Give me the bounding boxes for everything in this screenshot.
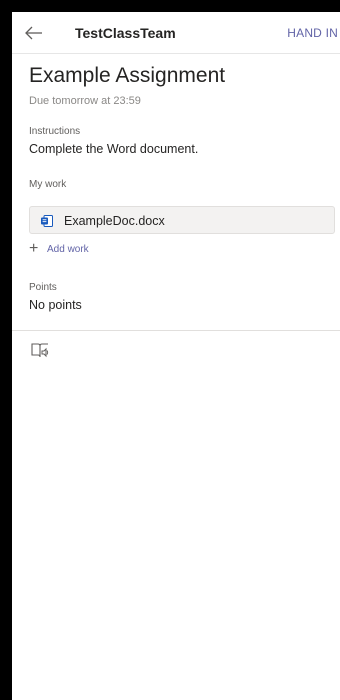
- due-date: Due tomorrow at 23:59: [29, 95, 141, 107]
- attached-file[interactable]: ExampleDoc.docx: [29, 206, 335, 234]
- points-value: No points: [29, 298, 82, 312]
- back-arrow-icon: [25, 26, 42, 40]
- divider: [12, 330, 340, 331]
- immersive-reader-icon: [31, 343, 49, 358]
- add-work-label: Add work: [47, 244, 89, 255]
- immersive-reader-button[interactable]: [30, 342, 50, 360]
- instructions-text: Complete the Word document.: [29, 142, 199, 156]
- phone-screen: TestClassTeam HAND IN Example Assignment…: [12, 12, 340, 700]
- points-label: Points: [29, 282, 57, 293]
- instructions-label: Instructions: [29, 126, 81, 137]
- team-title: TestClassTeam: [75, 25, 176, 41]
- file-name: ExampleDoc.docx: [64, 214, 165, 228]
- my-work-label: My work: [29, 179, 67, 190]
- hand-in-button[interactable]: HAND IN: [287, 26, 338, 40]
- word-document-icon: [41, 215, 53, 227]
- assignment-title: Example Assignment: [29, 64, 226, 87]
- header-bar: TestClassTeam HAND IN: [12, 12, 340, 54]
- plus-icon: +: [29, 240, 39, 257]
- back-button[interactable]: [22, 21, 46, 45]
